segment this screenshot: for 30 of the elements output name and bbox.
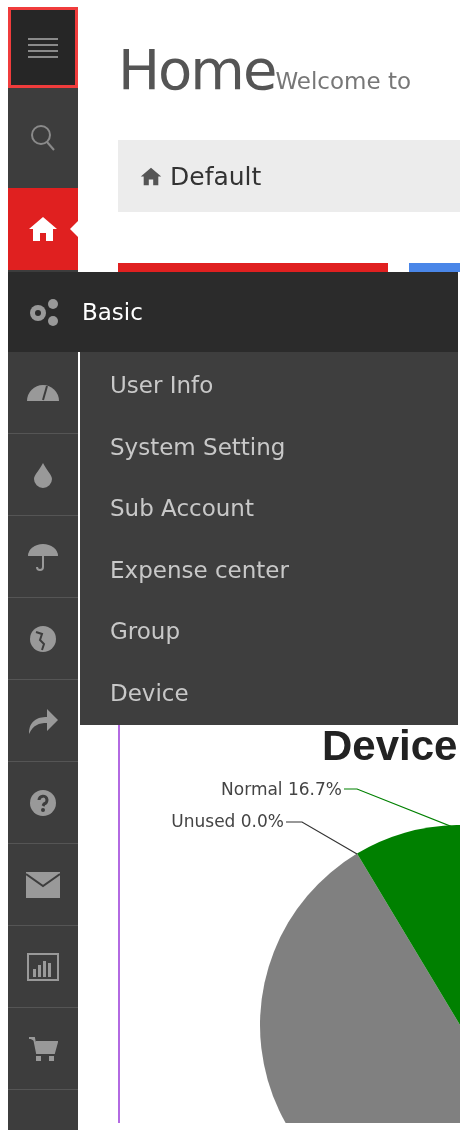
bar-chart-icon bbox=[27, 952, 59, 981]
umbrella-icon bbox=[27, 541, 59, 572]
chart-title: Device bbox=[322, 722, 458, 769]
question-icon bbox=[29, 788, 57, 817]
share-icon bbox=[27, 706, 59, 735]
page-title: Home bbox=[118, 37, 276, 102]
home-nav-item[interactable] bbox=[8, 188, 78, 270]
drop-icon bbox=[33, 461, 53, 488]
submenu-item[interactable]: Group bbox=[110, 602, 181, 664]
home-icon bbox=[140, 166, 162, 186]
submenu-item[interactable]: Device bbox=[110, 663, 189, 725]
pointer-notch bbox=[70, 221, 78, 237]
submenu-item[interactable]: User Info bbox=[110, 356, 214, 418]
gauge-icon bbox=[26, 383, 60, 402]
breadcrumb-link[interactable]: Default bbox=[170, 161, 262, 191]
globe-icon bbox=[29, 624, 57, 653]
search-icon bbox=[30, 124, 56, 152]
menu-title: Basic bbox=[82, 299, 143, 325]
cart-icon bbox=[28, 1034, 58, 1063]
menu-header[interactable]: Basic bbox=[8, 272, 458, 352]
slice-label: Normal 16.7% bbox=[221, 779, 342, 799]
page-subtitle: Welcome to bbox=[275, 68, 411, 94]
submenu-item[interactable]: Sub Account bbox=[110, 479, 254, 541]
home-icon bbox=[28, 216, 58, 242]
menu-icon bbox=[28, 36, 58, 59]
envelope-icon bbox=[26, 871, 60, 898]
menu-button[interactable] bbox=[8, 7, 78, 88]
submenu-item[interactable]: Expense center bbox=[110, 540, 289, 602]
slice-label: Unused 0.0% bbox=[171, 811, 284, 831]
submenu-item[interactable]: System Setting bbox=[110, 417, 286, 479]
